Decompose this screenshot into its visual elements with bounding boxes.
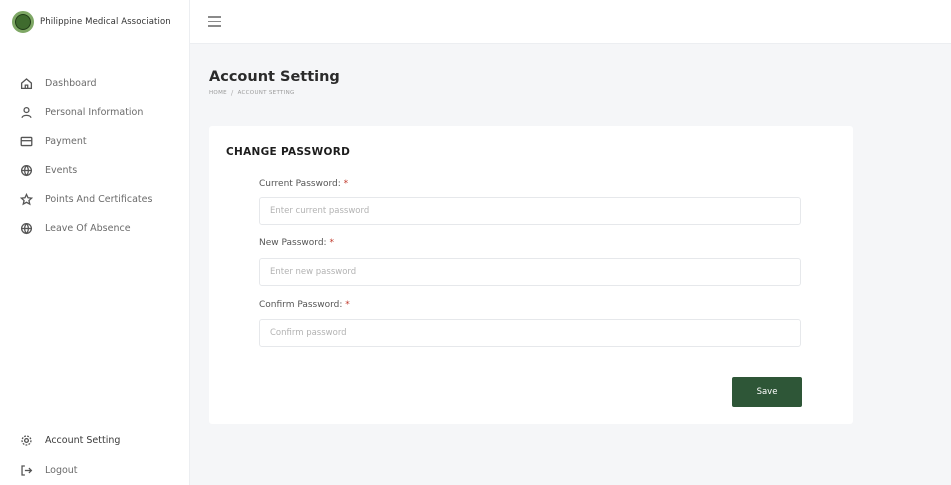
sidebar-item-dashboard[interactable]: Dashboard — [0, 69, 189, 98]
top-bar — [190, 0, 951, 44]
required-marker: * — [329, 238, 334, 248]
globe-icon — [19, 222, 33, 236]
required-marker: * — [345, 300, 350, 310]
card-icon — [19, 135, 33, 149]
card-title: CHANGE PASSWORD — [226, 146, 351, 158]
change-password-card: CHANGE PASSWORD Current Password: * New … — [209, 126, 853, 424]
breadcrumb-current: Account Setting — [237, 90, 295, 96]
brand[interactable]: Philippine Medical Association — [0, 0, 189, 44]
sidebar-nav: Dashboard Personal Information Payment E… — [0, 69, 189, 243]
sidebar-item-logout[interactable]: Logout — [0, 455, 189, 485]
sidebar-bottom-nav: Account Setting Logout — [0, 425, 189, 485]
sidebar-item-label: Dashboard — [45, 78, 97, 89]
current-password-input[interactable] — [259, 197, 801, 225]
sidebar-item-label: Leave Of Absence — [45, 223, 131, 234]
globe-icon — [19, 164, 33, 178]
sidebar-item-label: Personal Information — [45, 107, 144, 118]
pma-logo-icon — [12, 11, 34, 33]
sidebar-item-points-and-certificates[interactable]: Points And Certificates — [0, 185, 189, 214]
new-password-input[interactable] — [259, 258, 801, 286]
logout-icon — [19, 463, 33, 477]
breadcrumb-separator-icon: / — [230, 89, 234, 97]
star-icon — [19, 193, 33, 207]
sidebar-item-leave-of-absence[interactable]: Leave Of Absence — [0, 214, 189, 243]
gear-icon — [19, 433, 33, 447]
save-button[interactable]: Save — [732, 377, 802, 407]
required-marker: * — [343, 179, 349, 189]
sidebar-item-account-setting[interactable]: Account Setting — [0, 425, 189, 455]
brand-name: Philippine Medical Association — [40, 17, 171, 27]
home-icon — [19, 77, 33, 91]
confirm-password-input[interactable] — [259, 319, 801, 347]
current-password-label: Current Password: * — [259, 179, 349, 189]
sidebar-item-label: Points And Certificates — [45, 194, 153, 205]
sidebar: Philippine Medical Association Dashboard… — [0, 0, 190, 485]
new-password-label: New Password: * — [259, 238, 334, 248]
user-icon — [19, 106, 33, 120]
confirm-password-label: Confirm Password: * — [259, 300, 350, 310]
page-title: Account Setting — [209, 69, 340, 85]
hamburger-menu-icon[interactable] — [208, 16, 221, 27]
sidebar-item-label: Payment — [45, 136, 87, 147]
sidebar-item-personal-information[interactable]: Personal Information — [0, 98, 189, 127]
breadcrumb: Home / Account Setting — [209, 89, 295, 97]
sidebar-item-label: Logout — [45, 464, 78, 476]
sidebar-item-label: Account Setting — [45, 434, 121, 446]
sidebar-item-label: Events — [45, 165, 78, 176]
sidebar-item-events[interactable]: Events — [0, 156, 189, 185]
breadcrumb-home[interactable]: Home — [209, 90, 227, 96]
sidebar-item-payment[interactable]: Payment — [0, 127, 189, 156]
